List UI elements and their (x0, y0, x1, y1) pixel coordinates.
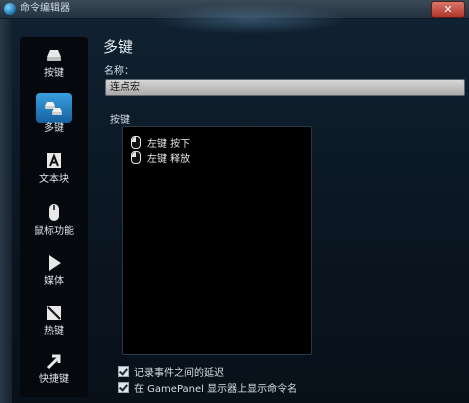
sidebar-item-label: 多键 (44, 123, 64, 134)
sidebar-item-multikey[interactable]: 多键 (26, 93, 82, 139)
record-delay-option[interactable]: 记录事件之间的延迟 (118, 366, 224, 380)
keys-label: 按键 (110, 115, 130, 126)
key-icon (47, 50, 61, 61)
hotkey-icon (47, 306, 61, 320)
mouse-left-icon (131, 151, 141, 164)
sidebar-item-label: 热键 (44, 326, 64, 337)
play-icon (49, 255, 61, 271)
record-delay-checkbox[interactable] (118, 366, 129, 377)
window-title: 命令编辑器 (20, 3, 70, 14)
text-block-icon (47, 153, 61, 168)
sidebar-item-mouse[interactable]: 鼠标功能 (26, 199, 82, 245)
event-text: 左键 按下 (147, 139, 191, 150)
sidebar-item-text-block[interactable]: 文本块 (26, 147, 82, 193)
list-item[interactable]: 左键 按下 (131, 136, 190, 150)
sidebar-item-label: 鼠标功能 (34, 226, 74, 237)
list-item[interactable]: 左键 释放 (131, 151, 190, 165)
decorative-glow (150, 4, 350, 34)
close-button[interactable]: ✕ (431, 1, 465, 18)
mouse-left-icon (131, 136, 141, 149)
key-event-list[interactable]: 左键 按下 左键 释放 (122, 126, 312, 355)
sidebar-item-label: 快捷键 (39, 374, 69, 385)
show-name-label: 在 GamePanel 显示器上显示命令名 (134, 384, 298, 395)
sidebar-item-hotkey[interactable]: 热键 (26, 299, 82, 345)
sidebar-item-key[interactable]: 按键 (26, 41, 82, 87)
active-highlight (36, 93, 72, 123)
name-field[interactable]: 连点宏 (105, 79, 465, 96)
sidebar-item-shortcut[interactable]: 快捷键 (26, 347, 82, 393)
shortcut-arrow-icon (46, 354, 61, 370)
record-delay-label: 记录事件之间的延迟 (134, 368, 224, 379)
sidebar-item-label: 按键 (44, 68, 64, 79)
show-name-checkbox[interactable] (118, 382, 129, 393)
command-type-sidebar: 按键 多键 文本块 鼠标功能 媒体 热键 快捷键 (20, 37, 88, 397)
window-left-edge (0, 19, 12, 403)
sidebar-item-media[interactable]: 媒体 (26, 249, 82, 295)
sidebar-item-label: 媒体 (44, 276, 64, 287)
mouse-icon (49, 204, 59, 221)
sidebar-item-label: 文本块 (39, 174, 69, 185)
name-label: 名称： (104, 66, 134, 77)
event-text: 左键 释放 (147, 154, 191, 165)
show-name-option[interactable]: 在 GamePanel 显示器上显示命令名 (118, 382, 297, 396)
app-logo-icon (4, 3, 16, 15)
page-title: 多键 (103, 38, 134, 56)
multikey-icon (45, 102, 62, 115)
